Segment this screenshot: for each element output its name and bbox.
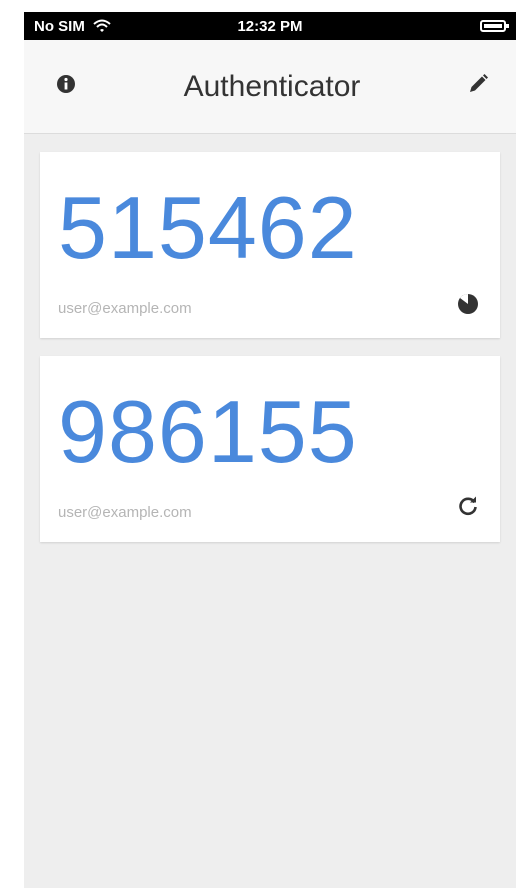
phone-screen: No SIM 12:32 PM Authenticator 515462 use… bbox=[24, 12, 516, 888]
account-email: user@example.com bbox=[58, 504, 192, 521]
battery-level bbox=[484, 24, 502, 28]
app-bar: Authenticator bbox=[24, 40, 516, 134]
account-card[interactable]: 515462 user@example.com bbox=[40, 152, 500, 338]
status-bar: No SIM 12:32 PM bbox=[24, 12, 516, 40]
otp-code: 986155 bbox=[58, 382, 358, 481]
otp-code: 515462 bbox=[58, 178, 358, 277]
refresh-button[interactable] bbox=[454, 494, 482, 522]
edit-button[interactable] bbox=[464, 73, 492, 101]
countdown-timer-icon bbox=[454, 290, 482, 318]
carrier-label: No SIM bbox=[34, 17, 85, 35]
app-title: Authenticator bbox=[183, 69, 361, 103]
account-email: user@example.com bbox=[58, 300, 192, 317]
status-left: No SIM bbox=[34, 18, 111, 35]
wifi-icon bbox=[93, 19, 111, 33]
refresh-icon bbox=[457, 495, 479, 522]
info-icon bbox=[56, 74, 76, 99]
info-button[interactable] bbox=[52, 73, 80, 101]
account-list: 515462 user@example.com 986155 user@exam… bbox=[24, 134, 516, 542]
battery-icon bbox=[480, 20, 509, 32]
account-card[interactable]: 986155 user@example.com bbox=[40, 356, 500, 542]
pencil-icon bbox=[467, 73, 489, 100]
